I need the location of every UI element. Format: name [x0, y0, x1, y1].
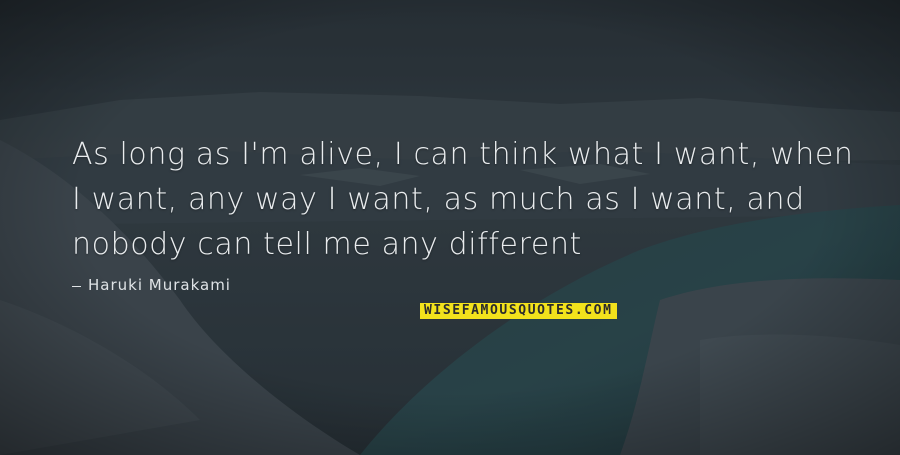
author-dash — [72, 286, 81, 287]
quote-text: As long as I'm alive, I can think what I… — [72, 137, 854, 262]
quote-card: As long as I'm alive, I can think what I… — [0, 0, 900, 455]
brand-logo-text: WISEFAMOUSQUOTES.COM — [424, 303, 613, 318]
brand-logo: WISEFAMOUSQUOTES.COM — [420, 303, 617, 319]
author-name: Haruki Murakami — [88, 276, 231, 294]
